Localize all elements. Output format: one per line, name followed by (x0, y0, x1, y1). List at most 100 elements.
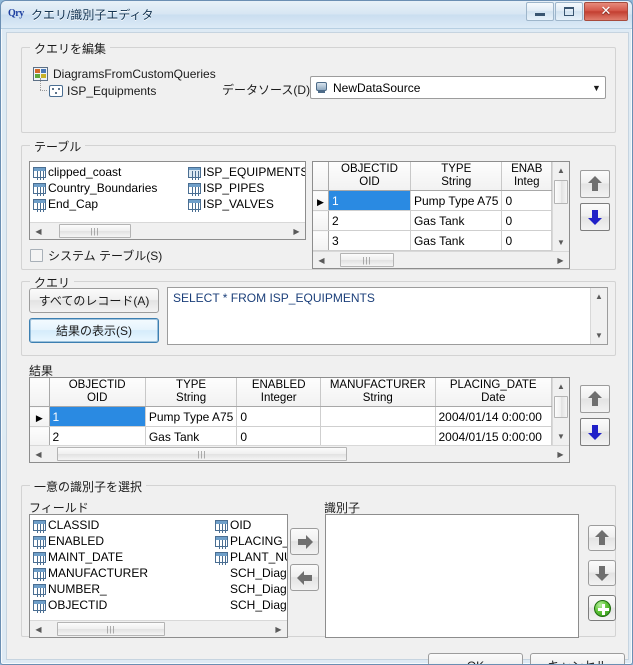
scroll-track[interactable]: ||| (47, 223, 288, 239)
close-button[interactable]: ✕ (584, 2, 628, 21)
table-row[interactable]: 3 Gas Tank 0 (313, 230, 552, 251)
cell-placing-date[interactable]: 2004/01/14 0:00:00 (435, 406, 552, 427)
scroll-right-icon[interactable]: ▶ (552, 252, 569, 268)
fields-hscrollbar[interactable]: ◀ ||| ▶ (30, 620, 287, 637)
checkbox-box[interactable] (30, 249, 43, 262)
scroll-up-icon[interactable]: ▲ (553, 162, 569, 179)
table-row[interactable]: 2 Gas Tank 0 (313, 210, 552, 231)
tables-hscrollbar[interactable]: ◀ ||| ▶ (30, 222, 305, 239)
scroll-right-icon[interactable]: ▶ (270, 621, 287, 637)
column-header-manufacturer[interactable]: MANUFACTURER String (320, 378, 436, 407)
list-item[interactable]: clipped_coast (33, 164, 157, 180)
scroll-thumb[interactable] (554, 180, 568, 204)
maximize-button[interactable] (555, 2, 583, 21)
column-header-type[interactable]: TYPE String (410, 162, 503, 191)
cell-objectid[interactable]: 2 (49, 426, 146, 445)
identifier-new-button[interactable] (588, 595, 616, 621)
cell-type[interactable]: Gas Tank (145, 426, 238, 445)
list-item[interactable]: SCH_Diag (215, 597, 287, 613)
identifier-listbox[interactable] (325, 514, 579, 638)
results-move-up-button[interactable] (580, 385, 610, 413)
list-item[interactable]: End_Cap (33, 196, 157, 212)
preview-grid-vscrollbar[interactable]: ▲ ▼ (552, 162, 569, 251)
add-identifier-button[interactable] (290, 528, 319, 555)
cell-type[interactable]: Gas Tank (410, 230, 503, 251)
results-grid-hscrollbar[interactable]: ◀ ||| ▶ (30, 445, 569, 462)
list-item-selected[interactable]: ISP_EQUIPMENTS (188, 164, 305, 180)
list-item[interactable]: CLASSID (33, 517, 148, 533)
column-header-enabled[interactable]: ENAB Integ (501, 162, 552, 191)
scroll-right-icon[interactable]: ▶ (552, 446, 569, 462)
cell-objectid[interactable]: 1 (49, 406, 146, 427)
list-item[interactable]: OID (215, 517, 287, 533)
cell-manufacturer[interactable] (320, 406, 436, 427)
scroll-left-icon[interactable]: ◀ (30, 621, 47, 637)
scroll-track[interactable]: ||| (47, 446, 552, 462)
tables-listbox[interactable]: clipped_coast Country_Boundaries End_Cap (29, 161, 306, 240)
tree-item-isp-equipments[interactable]: ISP_Equipments (33, 78, 216, 99)
column-header-objectid[interactable]: OBJECTID OID (328, 162, 411, 191)
list-item[interactable]: NUMBER_ (33, 581, 148, 597)
scroll-thumb[interactable] (554, 396, 568, 418)
scroll-thumb[interactable]: ||| (340, 253, 394, 267)
results-grid[interactable]: OBJECTID OID TYPE String ENABLED Integer (29, 377, 570, 463)
sql-vscrollbar[interactable]: ▲ ▼ (590, 288, 607, 344)
list-item[interactable]: PLANT_NU (215, 549, 287, 565)
column-header-enabled[interactable]: ENABLED Integer (236, 378, 321, 407)
preview-grid-hscrollbar[interactable]: ◀ ||| ▶ (313, 251, 569, 268)
scroll-track[interactable]: ||| (330, 252, 552, 268)
fields-listbox[interactable]: CLASSID ENABLED MAINT_DATE MANUFACTURER (29, 514, 288, 638)
scroll-thumb[interactable]: ||| (57, 447, 347, 461)
minimize-button[interactable] (526, 2, 554, 21)
ok-button[interactable]: OK (428, 653, 523, 664)
scroll-up-icon[interactable]: ▲ (591, 288, 607, 305)
identifier-move-up-button[interactable] (588, 525, 616, 551)
list-item[interactable]: SCH_Diag (215, 565, 287, 581)
scroll-left-icon[interactable]: ◀ (30, 446, 47, 462)
preview-move-down-button[interactable] (580, 203, 610, 231)
preview-move-up-button[interactable] (580, 170, 610, 198)
datasource-combobox[interactable]: NewDataSource ▼ (310, 76, 606, 99)
cell-manufacturer[interactable] (320, 426, 436, 445)
system-tables-checkbox[interactable]: システム テーブル(S) (30, 247, 162, 264)
scroll-track[interactable]: ||| (47, 621, 270, 637)
results-grid-vscrollbar[interactable]: ▲ ▼ (552, 378, 569, 445)
column-header-objectid[interactable]: OBJECTID OID (49, 378, 146, 407)
list-item[interactable]: MANUFACTURER (33, 565, 148, 581)
list-item[interactable]: MAINT_DATE (33, 549, 148, 565)
cell-type[interactable]: Pump Type A75 (410, 190, 503, 211)
remove-identifier-button[interactable] (290, 564, 319, 591)
cell-placing-date[interactable]: 2004/01/15 0:00:00 (435, 426, 552, 445)
identifier-move-down-button[interactable] (588, 560, 616, 586)
cell-type[interactable]: Gas Tank (410, 210, 503, 231)
cell-objectid[interactable]: 2 (328, 210, 411, 231)
cell-type[interactable]: Pump Type A75 (145, 406, 238, 427)
all-records-button[interactable]: すべてのレコード(A) (29, 288, 159, 313)
cell-enabled[interactable]: 0 (501, 230, 552, 251)
list-item[interactable]: PLACING_ (215, 533, 287, 549)
list-item[interactable]: SCH_Diag (215, 581, 287, 597)
scroll-down-icon[interactable]: ▼ (591, 327, 607, 344)
scroll-thumb[interactable]: ||| (59, 224, 131, 238)
scroll-left-icon[interactable]: ◀ (313, 252, 330, 268)
preview-grid[interactable]: OBJECTID OID TYPE String ENAB Integ ▶ 1 … (312, 161, 570, 269)
cell-objectid[interactable]: 1 (328, 190, 411, 211)
list-item[interactable]: ENABLED (33, 533, 148, 549)
sql-textarea[interactable]: SELECT * FROM ISP_EQUIPMENTS ▲ ▼ (167, 287, 608, 345)
tree-item-diagrams[interactable]: DiagramsFromCustomQueries (33, 65, 216, 82)
scroll-thumb[interactable]: ||| (57, 622, 165, 636)
scroll-up-icon[interactable]: ▲ (553, 378, 569, 395)
cell-enabled[interactable]: 0 (501, 190, 552, 211)
table-row[interactable]: ▶ 1 Pump Type A75 0 (313, 190, 552, 211)
show-results-button[interactable]: 結果の表示(S) (29, 318, 159, 343)
table-row[interactable]: 2 Gas Tank 0 2004/01/15 0:00:00 (30, 426, 552, 445)
list-item[interactable]: ISP_PIPES (188, 180, 305, 196)
list-item[interactable]: Country_Boundaries (33, 180, 157, 196)
scroll-down-icon[interactable]: ▼ (553, 234, 569, 251)
cancel-button[interactable]: キャンセル (530, 653, 625, 664)
cell-enabled[interactable]: 0 (236, 406, 321, 427)
column-header-type[interactable]: TYPE String (145, 378, 238, 407)
table-row[interactable]: ▶ 1 Pump Type A75 0 2004/01/14 0:00:00 (30, 406, 552, 427)
scroll-right-icon[interactable]: ▶ (288, 223, 305, 239)
cell-objectid[interactable]: 3 (328, 230, 411, 251)
